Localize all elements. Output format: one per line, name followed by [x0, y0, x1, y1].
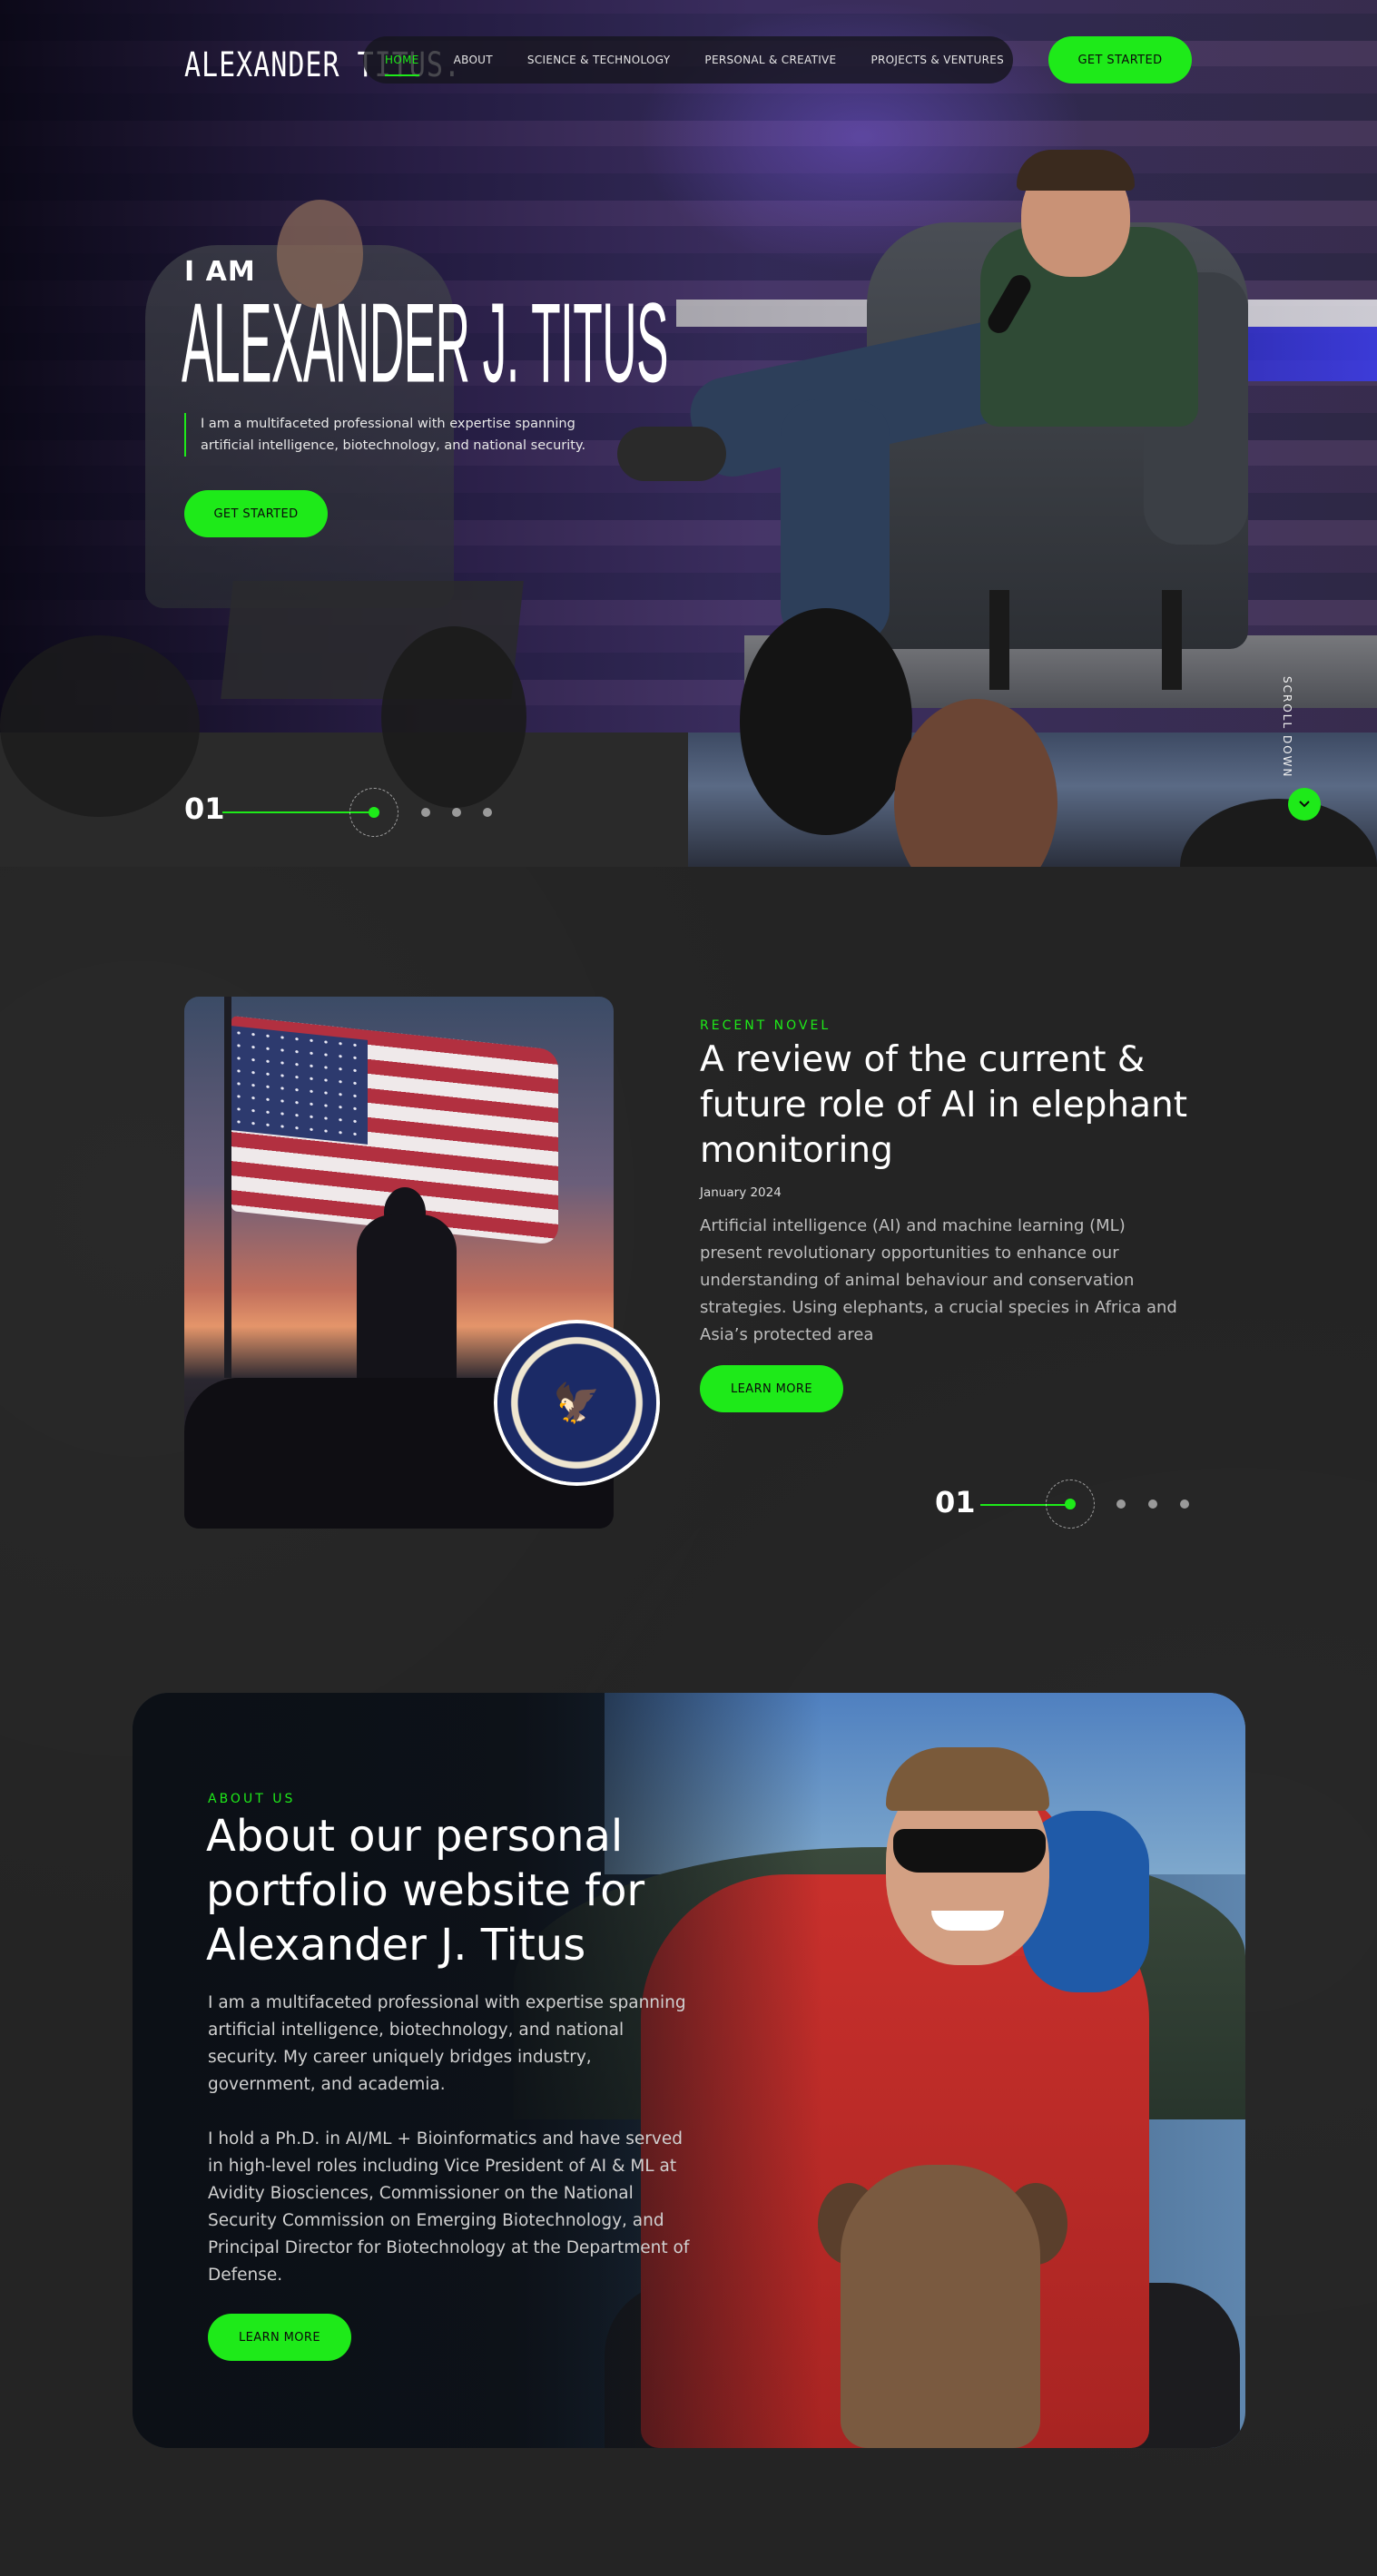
novel-eyebrow: RECENT NOVEL [700, 1018, 831, 1033]
novel-slide-dot-3[interactable] [1148, 1499, 1157, 1509]
hero-slide-index: 01 [184, 791, 225, 826]
nav-item-home[interactable]: HOME [385, 54, 419, 76]
novel-description: Artificial intelligence (AI) and machine… [700, 1216, 1177, 1344]
chair-leg [1162, 590, 1182, 690]
slide-dot-2[interactable] [421, 808, 430, 817]
novel-slide-dot-4[interactable] [1180, 1499, 1189, 1509]
novel-slide-index: 01 [935, 1485, 976, 1519]
slide-dot-3[interactable] [452, 808, 461, 817]
hero-name-heading: ALEXANDER J. TITUS [182, 280, 669, 407]
slide-dot-1[interactable] [369, 807, 379, 818]
speaker-shoe [617, 427, 726, 481]
audience-member [0, 635, 200, 817]
us-flag-canton [231, 1026, 368, 1145]
scroll-down-label: SCROLL DOWN [1281, 676, 1293, 779]
chevron-down-icon [1299, 801, 1310, 808]
nav-item-about[interactable]: ABOUT [454, 54, 493, 66]
novel-slide-dot-2[interactable] [1116, 1499, 1126, 1509]
hero-get-started-button[interactable]: GET STARTED [184, 490, 328, 537]
nav-item-projects-ventures[interactable]: PROJECTS & VENTURES [870, 54, 1004, 66]
novel-learn-more-button[interactable]: LEARN MORE [700, 1365, 843, 1412]
eagle-seal-icon: 🦅 [553, 1380, 601, 1425]
novel-slide-dot-1[interactable] [1065, 1499, 1076, 1509]
audience-member [740, 608, 912, 835]
main-nav: HOME ABOUT SCIENCE & TECHNOLOGY PERSONAL… [363, 36, 1013, 84]
about-eyebrow: ABOUT US [208, 1792, 296, 1806]
speaker-hair [1017, 150, 1135, 191]
about-photo-dog [841, 2165, 1040, 2448]
about-title: About our personal portfolio website for… [206, 1811, 645, 1971]
novel-title: A review of the current & future role of… [700, 1039, 1188, 1171]
hero-description: I am a multifaceted professional with ex… [184, 413, 593, 457]
nav-item-science-technology[interactable]: SCIENCE & TECHNOLOGY [527, 54, 671, 66]
scroll-down-button[interactable] [1288, 788, 1321, 821]
presidential-seal: 🦅 [497, 1323, 656, 1482]
about-learn-more-button[interactable]: LEARN MORE [208, 2314, 351, 2361]
about-paragraph: I am a multifaceted professional with ex… [208, 1993, 686, 2094]
novel-date: January 2024 [700, 1185, 782, 1200]
slide-dot-4[interactable] [483, 808, 492, 817]
audience-member [381, 626, 526, 808]
about-photo-hair [886, 1747, 1049, 1811]
speaker-legs [781, 399, 890, 644]
about-paragraph: I hold a Ph.D. in AI/ML + Bioinformatics… [208, 2129, 690, 2285]
header-get-started-button[interactable]: GET STARTED [1048, 36, 1192, 84]
about-photo-sunglasses [893, 1829, 1046, 1873]
about-photo-smile [931, 1911, 1004, 1931]
nav-item-personal-creative[interactable]: PERSONAL & CREATIVE [704, 54, 836, 66]
about-body: I am a multifaceted professional with ex… [208, 1990, 698, 2289]
flagpole [224, 997, 231, 1378]
chair-leg [989, 590, 1009, 690]
